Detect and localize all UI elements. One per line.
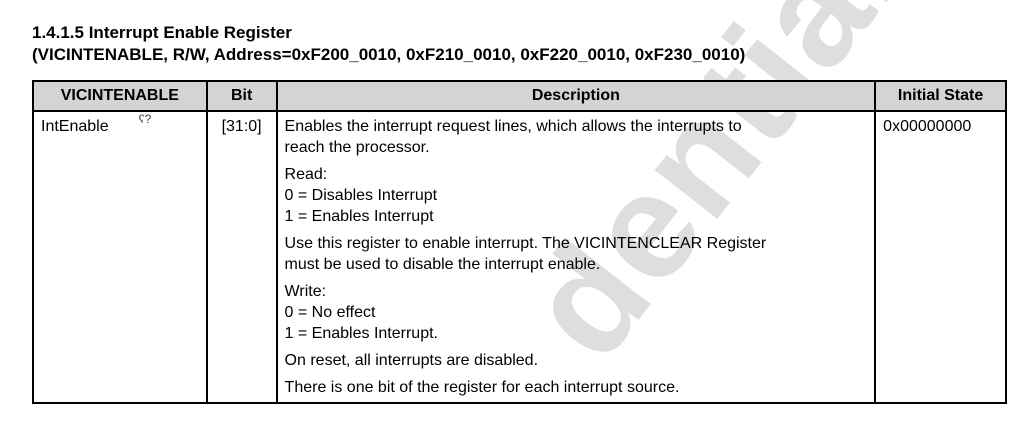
header-bit: Bit (205, 80, 278, 112)
section-heading: 1.4.1.5 Interrupt Enable Register (VICIN… (32, 22, 745, 66)
register-info: (VICINTENABLE, R/W, Address=0xF200_0010,… (32, 45, 746, 64)
description-line: 1 = Enables Interrupt (284, 208, 434, 225)
header-initial-state: Initial State (874, 80, 1007, 112)
description-line: 1 = Enables Interrupt. (284, 325, 438, 342)
description-line: 0 = No effect (284, 304, 376, 321)
description-cell: Enables the interrupt request lines, whi… (275, 110, 877, 404)
description-line: Use this register to enable interrupt. T… (284, 235, 767, 252)
description-line: On reset, all interrupts are disabled. (284, 352, 539, 369)
header-name: VICINTENABLE (32, 80, 208, 112)
description-paragraph: Write: 0 = No effect 1 = Enables Interru… (285, 281, 868, 344)
description-line: Enables the interrupt request lines, whi… (284, 118, 742, 135)
table-row: IntEnable ʕ? [31:0] Enables the interrupt… (32, 110, 1007, 404)
description-line: Write: (284, 283, 327, 300)
table-header-row: VICINTENABLE Bit Description Initial Sta… (32, 80, 1007, 112)
handwritten-mark: ʕ? (138, 112, 152, 126)
description-paragraph: Enables the interrupt request lines, whi… (285, 116, 868, 158)
section-title: 1.4.1.5 Interrupt Enable Register (32, 23, 292, 42)
description-line: must be used to disable the interrupt en… (284, 256, 601, 273)
description-paragraph: There is one bit of the register for eac… (285, 377, 868, 398)
description-paragraph: On reset, all interrupts are disabled. (285, 350, 868, 371)
description-line: Read: (284, 166, 328, 183)
field-name-cell: IntEnable ʕ? (32, 110, 208, 404)
initial-state-cell: 0x00000000 (874, 110, 1007, 404)
header-description: Description (275, 80, 877, 112)
description-paragraph: Read: 0 = Disables Interrupt 1 = Enables… (285, 164, 868, 227)
field-name: IntEnable (41, 118, 109, 135)
register-table: VICINTENABLE Bit Description Initial Sta… (32, 80, 1007, 404)
description-line: There is one bit of the register for eac… (284, 379, 680, 396)
description-line: reach the processor. (284, 139, 430, 156)
bit-range-cell: [31:0] (205, 110, 278, 404)
description-line: 0 = Disables Interrupt (284, 187, 438, 204)
description-paragraph: Use this register to enable interrupt. T… (285, 233, 868, 275)
